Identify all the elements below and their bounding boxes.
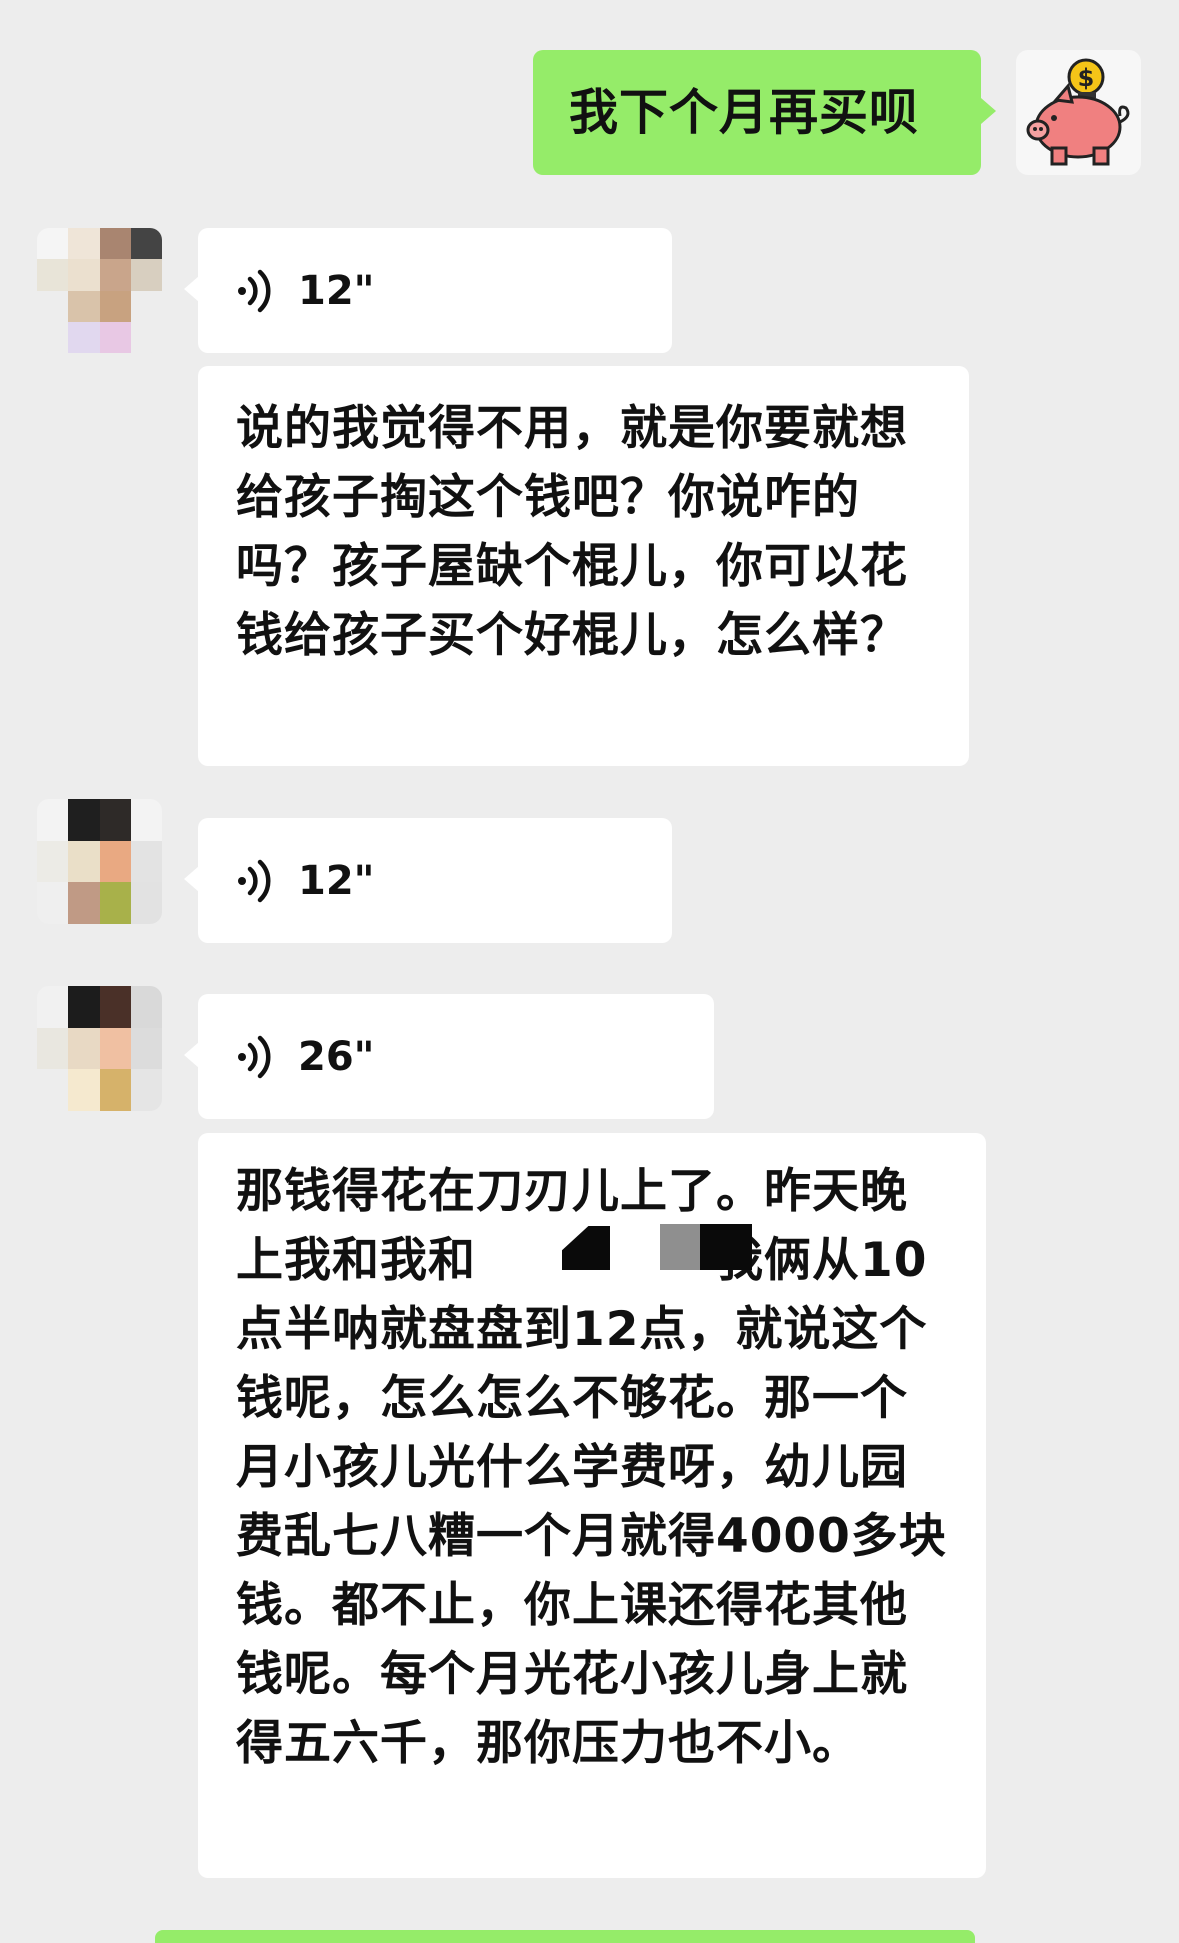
svg-text:$: $: [1078, 64, 1095, 92]
message-text: 说的我觉得不用，就是你要就想给孩子掏这个钱吧？你说咋的吗？孩子屋缺个棍儿，你可以…: [236, 401, 908, 663]
self-avatar[interactable]: $: [1016, 50, 1141, 175]
voice-message-bubble[interactable]: 12": [184, 818, 672, 943]
voice-duration: 26": [298, 1033, 375, 1080]
voice-duration: 12": [298, 857, 375, 904]
redaction-mark: [700, 1224, 752, 1270]
sent-message-bubble[interactable]: 我下个月再买呗: [533, 50, 996, 175]
sent-message-bubble-partial[interactable]: [155, 1930, 975, 1943]
voice-message-bubble[interactable]: 12": [184, 228, 672, 353]
voice-wave-icon: [238, 1035, 271, 1078]
piggy-bank-icon: $: [1026, 58, 1130, 166]
voice-message-bubble[interactable]: 26": [184, 994, 714, 1119]
voice-duration: 12": [298, 267, 375, 314]
message-text: 我下个月再买呗: [569, 84, 920, 141]
redaction-mark: [660, 1224, 700, 1270]
contact-avatar[interactable]: [37, 228, 162, 353]
contact-avatar[interactable]: [37, 799, 162, 924]
voice-wave-icon: [238, 269, 271, 312]
contact-avatar[interactable]: [37, 986, 162, 1111]
received-message-bubble[interactable]: 说的我觉得不用，就是你要就想给孩子掏这个钱吧？你说咋的吗？孩子屋缺个棍儿，你可以…: [198, 366, 969, 766]
voice-wave-icon: [238, 859, 271, 902]
